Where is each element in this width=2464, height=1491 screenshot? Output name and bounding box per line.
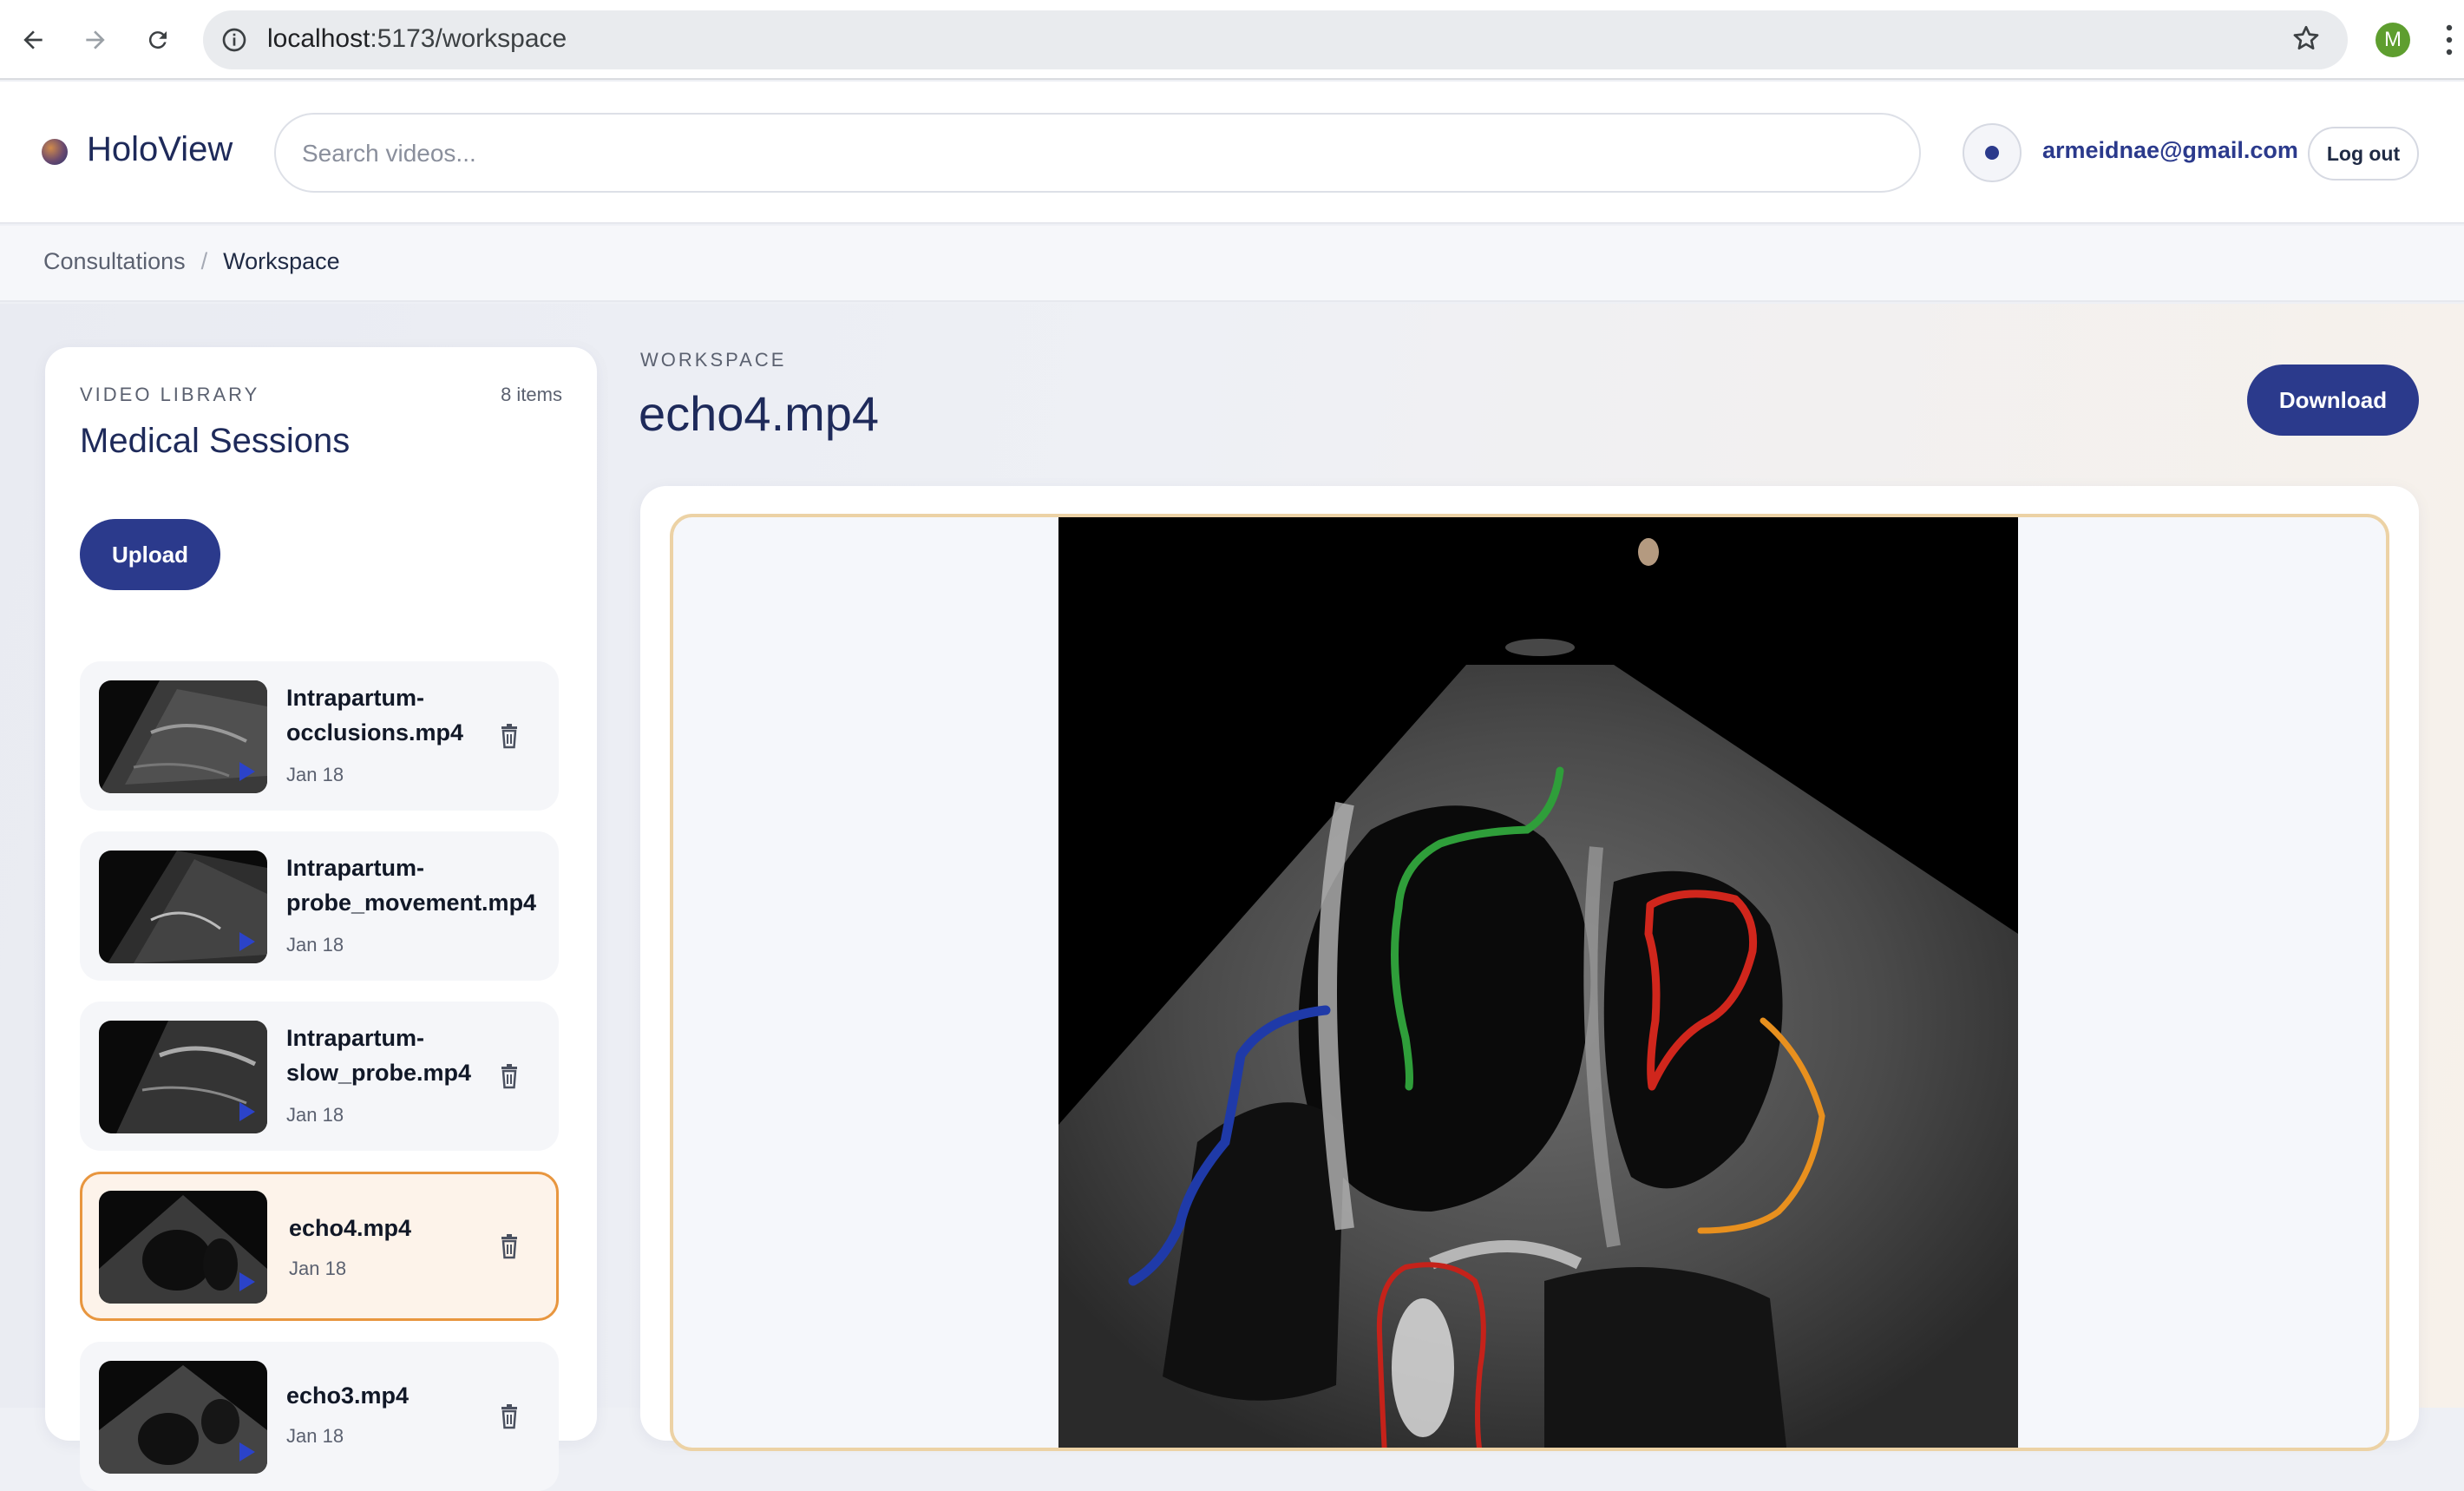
video-thumbnail xyxy=(99,1191,267,1304)
trash-icon[interactable] xyxy=(498,1064,521,1090)
trash-icon[interactable] xyxy=(498,1404,521,1430)
logout-button[interactable]: Log out xyxy=(2308,127,2419,181)
player-card xyxy=(640,486,2419,1451)
breadcrumb-workspace: Workspace xyxy=(223,248,340,274)
video-name: Intrapartum- probe_movement.mp4 xyxy=(286,855,537,916)
workspace-title: echo4.mp4 xyxy=(639,386,880,441)
library-kicker: VIDEO LIBRARY xyxy=(80,384,260,405)
forward-icon[interactable] xyxy=(73,17,118,62)
video-thumbnail xyxy=(99,680,267,793)
search-bar[interactable] xyxy=(274,113,1921,193)
video-item-echo3[interactable]: echo3.mp4 Jan 18 xyxy=(80,1342,559,1491)
video-thumbnail xyxy=(99,1021,267,1133)
user-avatar[interactable] xyxy=(1963,123,2022,182)
video-item-echo4[interactable]: echo4.mp4 Jan 18 xyxy=(80,1172,559,1321)
play-icon xyxy=(239,932,255,951)
video-player[interactable] xyxy=(670,514,2389,1451)
breadcrumb-separator: / xyxy=(200,248,208,274)
video-thumbnail xyxy=(99,1361,267,1474)
library-count: 8 items xyxy=(501,384,562,405)
video-item-intrapartum-occlusions[interactable]: Intrapartum- occlusions.mp4 Jan 18 xyxy=(80,661,559,811)
video-thumbnail xyxy=(99,851,267,963)
video-date: Jan 18 xyxy=(286,1104,344,1126)
video-library-panel: VIDEO LIBRARY 8 items Medical Sessions U… xyxy=(45,347,597,1491)
upload-button[interactable]: Upload xyxy=(80,519,220,590)
browser-menu-icon[interactable] xyxy=(2445,23,2454,57)
user-email: armeidnae@gmail.com xyxy=(2042,137,2298,163)
library-title: Medical Sessions xyxy=(80,422,351,460)
video-date: Jan 18 xyxy=(286,764,344,785)
back-icon[interactable] xyxy=(10,17,56,62)
video-date: Jan 18 xyxy=(286,934,344,956)
browser-profile-avatar[interactable]: M xyxy=(2376,23,2410,57)
breadcrumb-consultations[interactable]: Consultations xyxy=(43,248,186,275)
download-button[interactable]: Download xyxy=(2247,365,2419,436)
reload-icon[interactable] xyxy=(135,17,180,62)
browser-toolbar: localhost:5173/workspace M xyxy=(0,0,2464,80)
trash-icon[interactable] xyxy=(498,724,521,750)
breadcrumb-bar: Consultations / Workspace xyxy=(0,226,2464,302)
site-info-icon[interactable] xyxy=(220,26,248,54)
play-icon xyxy=(239,1442,255,1461)
video-date: Jan 18 xyxy=(286,1425,344,1447)
address-bar[interactable]: localhost:5173/workspace xyxy=(203,10,2348,69)
video-item-intrapartum-slow-probe[interactable]: Intrapartum- slow_probe.mp4 Jan 18 xyxy=(80,1002,559,1151)
search-input[interactable] xyxy=(302,132,1864,175)
app-header: HoloView armeidnae@gmail.com Log out xyxy=(0,82,2464,224)
video-date: Jan 18 xyxy=(289,1258,347,1279)
url-text: localhost:5173/workspace xyxy=(267,24,567,53)
video-item-intrapartum-probe-movement[interactable]: Intrapartum- probe_movement.mp4 Jan 18 xyxy=(80,831,559,981)
play-icon xyxy=(239,762,255,781)
bookmark-star-icon[interactable] xyxy=(2290,23,2322,54)
workspace-kicker: WORKSPACE xyxy=(640,349,787,371)
main-area: VIDEO LIBRARY 8 items Medical Sessions U… xyxy=(0,304,2464,1491)
echo-video-canvas[interactable] xyxy=(1058,517,2018,1448)
breadcrumb: Consultations / Workspace xyxy=(43,248,340,275)
logo-icon xyxy=(42,139,68,165)
play-icon xyxy=(239,1272,255,1291)
play-icon xyxy=(239,1102,255,1121)
app-name: HoloView xyxy=(87,130,233,168)
echocardiogram-frame xyxy=(1058,517,2018,1448)
avatar-dot-icon xyxy=(1985,146,1999,160)
trash-icon[interactable] xyxy=(498,1234,521,1260)
